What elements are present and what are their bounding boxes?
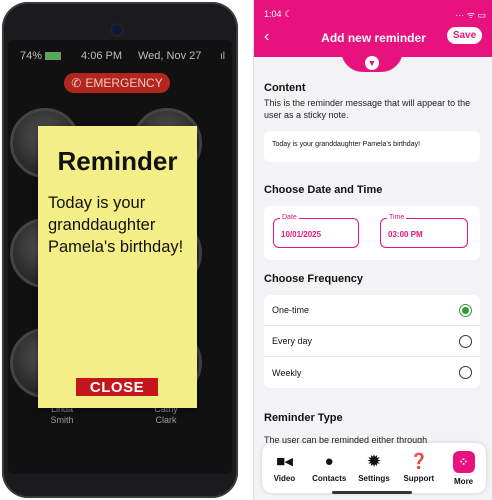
phone-device-mockup: 74% 4:06 PM Wed, Nov 27 ıl ✆ EMERGENCY L… <box>2 2 238 498</box>
status-time: 1:04 <box>264 9 282 19</box>
device-date: Wed, Nov 27 <box>138 50 202 62</box>
tab-label: Support <box>403 473 435 483</box>
reminder-type-section-title: Reminder Type <box>264 412 343 424</box>
person-icon: ● <box>324 452 334 470</box>
radio-unselected[interactable] <box>459 366 472 379</box>
date-field-value: 10/01/2025 <box>281 230 322 239</box>
app-screen: 1:04 ☾ ··· ᯤ ▭ ‹ Add new reminder Save ▼… <box>253 0 492 500</box>
radio-selected[interactable] <box>459 303 472 317</box>
content-section-title: Content <box>264 82 306 94</box>
frequency-card: One-time Every day Weekly <box>264 295 480 388</box>
tab-label: More <box>454 476 474 486</box>
battery-icon <box>45 52 62 60</box>
datetime-section-title: Choose Date and Time <box>264 184 383 196</box>
time-field-value: 03:00 PM <box>388 230 423 239</box>
frequency-section-title: Choose Frequency <box>264 273 364 285</box>
front-camera <box>112 25 122 35</box>
tab-settings[interactable]: ✹ Settings <box>352 443 397 493</box>
option-label: One-time <box>272 305 310 315</box>
signal-icon: ıl <box>220 50 225 62</box>
option-label: Every day <box>272 336 313 346</box>
tab-support[interactable]: ❓ Support <box>396 443 441 493</box>
app-header: 1:04 ☾ ··· ᯤ ▭ ‹ Add new reminder Save <box>254 0 492 57</box>
frequency-option-weekly[interactable]: Weekly <box>264 357 480 388</box>
date-field[interactable]: Date 10/01/2025 <box>273 214 359 248</box>
emergency-label: EMERGENCY <box>85 76 163 90</box>
tab-more[interactable]: ⁘ More <box>441 443 486 493</box>
chevron-down-icon[interactable]: ▼ <box>365 56 379 70</box>
battery-percent: 74% <box>20 50 43 62</box>
video-icon: ■◂ <box>276 452 293 470</box>
tab-label: Video <box>273 473 296 483</box>
date-field-label: Date <box>280 214 299 221</box>
close-button[interactable]: CLOSE <box>76 378 158 396</box>
content-section-desc: This is the reminder message that will a… <box>264 98 471 120</box>
message-input-value: Today is your granddaughter Pamela's bir… <box>272 141 421 148</box>
frequency-option-one-time[interactable]: One-time <box>264 295 480 326</box>
bottom-tab-bar: ■◂ Video ● Contacts ✹ Settings ❓ Support… <box>262 443 486 493</box>
device-time: 4:06 PM <box>81 50 122 62</box>
reminder-sticky-note: Reminder Today is your granddaughter Pam… <box>38 126 197 408</box>
time-field-label: Time <box>387 214 407 221</box>
tab-label: Settings <box>358 473 390 483</box>
frequency-option-every-day[interactable]: Every day <box>264 326 480 357</box>
tab-video[interactable]: ■◂ Video <box>262 443 307 493</box>
time-field[interactable]: Time 03:00 PM <box>380 214 468 248</box>
status-icons: ··· ᯤ ▭ <box>455 9 486 20</box>
sticky-title: Reminder <box>57 146 178 176</box>
emergency-button[interactable]: ✆ EMERGENCY <box>64 73 170 93</box>
tab-label: Contacts <box>312 473 347 483</box>
home-indicator <box>332 491 412 494</box>
tab-contacts[interactable]: ● Contacts <box>307 443 352 493</box>
grid-dots-icon: ⁘ <box>452 450 475 473</box>
radio-unselected[interactable] <box>459 334 472 348</box>
message-input[interactable]: Today is your granddaughter Pamela's bir… <box>264 131 480 162</box>
moon-icon: ☾ <box>284 8 293 19</box>
device-status-bar: 74% 4:06 PM Wed, Nov 27 ıl <box>20 48 225 64</box>
save-button[interactable]: Save <box>447 27 482 44</box>
sticky-message: Today is your granddaughter Pamela's bir… <box>48 194 184 256</box>
phone-icon: ✆ <box>71 76 82 90</box>
help-icon: ❓ <box>409 452 429 470</box>
datetime-card: Date 10/01/2025 Time 03:00 PM <box>264 206 480 260</box>
gear-icon: ✹ <box>367 452 381 470</box>
status-bar: 1:04 ☾ ··· ᯤ ▭ <box>264 8 486 20</box>
option-label: Weekly <box>272 367 302 378</box>
